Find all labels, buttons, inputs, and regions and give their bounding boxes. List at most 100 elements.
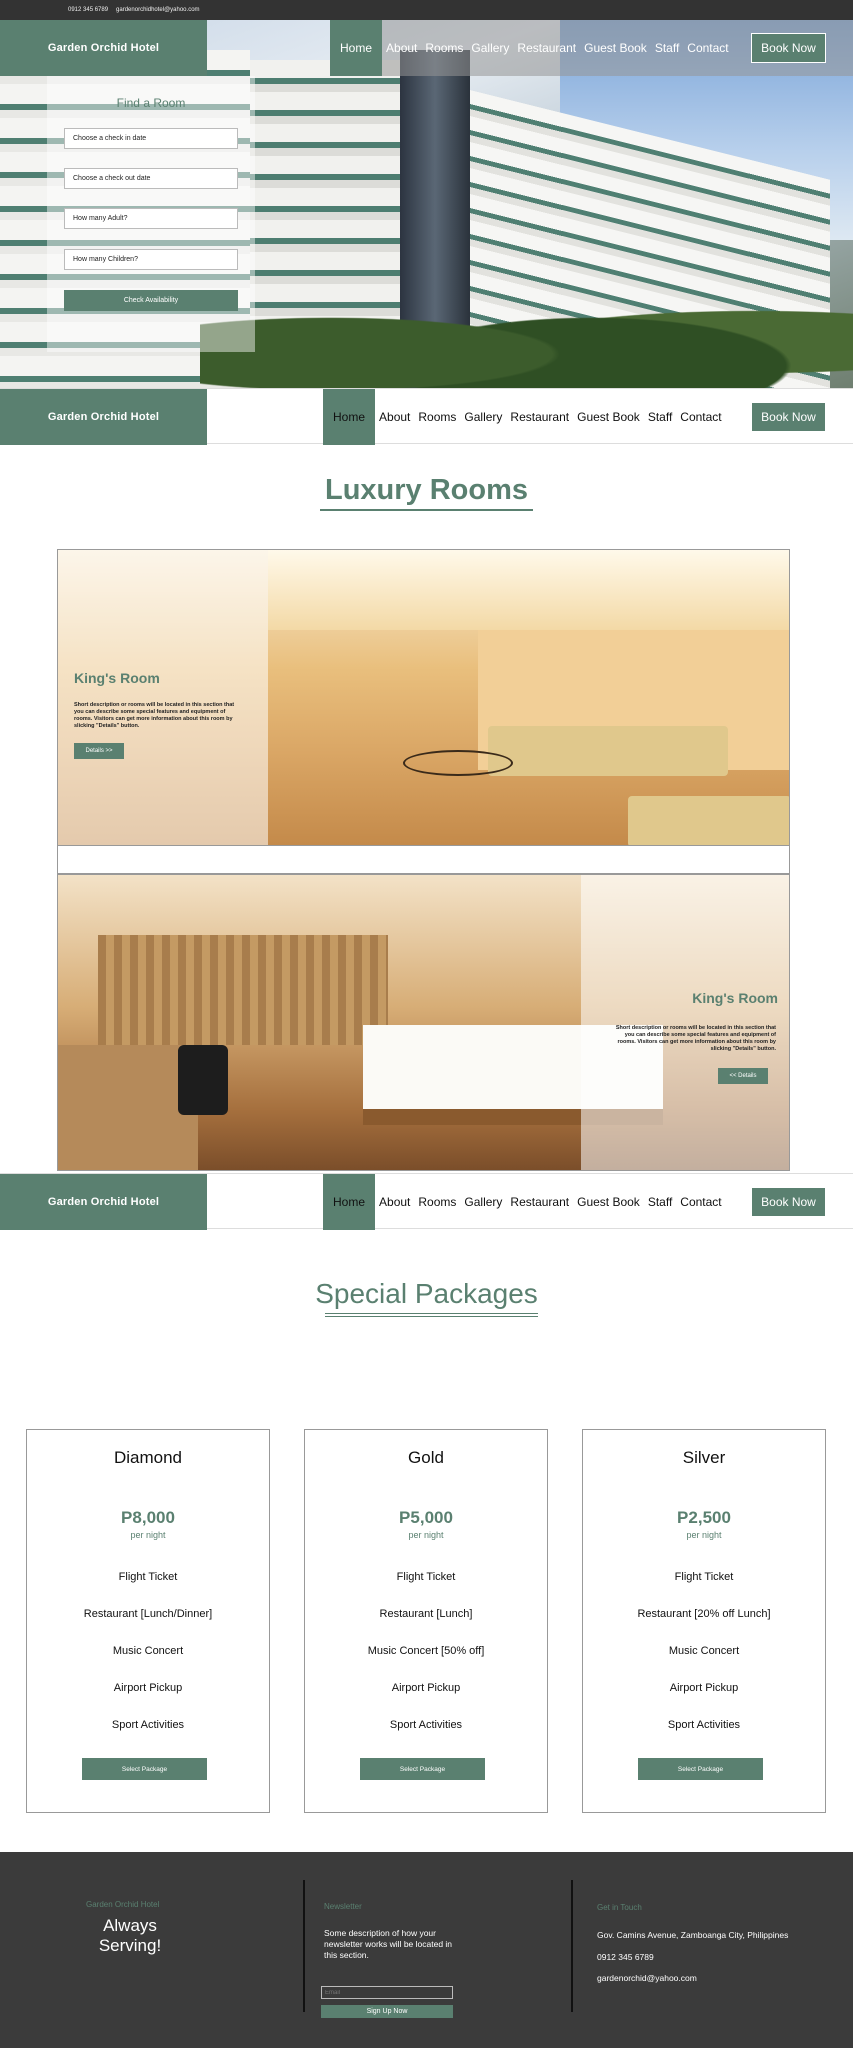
nav-rooms[interactable]: Rooms: [421, 20, 467, 76]
package-card-silver: Silver P2,500 per night Flight Ticket Re…: [582, 1429, 826, 1813]
slogan-line-2: Serving!: [98, 1935, 162, 1955]
package-per: per night: [130, 1530, 166, 1540]
checkout-field[interactable]: Choose a check out date: [64, 168, 238, 189]
package-name: Silver: [682, 1448, 726, 1467]
package-name: Diamond: [113, 1448, 183, 1467]
brand-text: Garden Orchid Hotel: [47, 42, 160, 54]
package-feature: Airport Pickup: [391, 1682, 461, 1694]
package-feature: Sport Activities: [389, 1719, 463, 1731]
package-feature: Restaurant [Lunch/Dinner]: [83, 1608, 213, 1620]
nav-restaurant[interactable]: Restaurant: [506, 389, 573, 445]
room-separator: [57, 846, 790, 874]
nav-staff[interactable]: Staff: [644, 389, 676, 445]
signup-button[interactable]: Sign Up Now: [321, 2005, 453, 2018]
room-title: King's Room: [692, 990, 778, 1006]
nav-about[interactable]: About: [375, 1174, 414, 1230]
package-price: P2,500: [677, 1508, 731, 1527]
hero-navbar: Home About Rooms Gallery Restaurant Gues…: [330, 20, 853, 76]
sofa: [488, 726, 728, 776]
nav-restaurant[interactable]: Restaurant: [506, 1174, 573, 1230]
sticky-navbar: Garden Orchid Hotel Home About Rooms Gal…: [0, 388, 853, 445]
nav-guest-book[interactable]: Guest Book: [573, 389, 644, 445]
adults-field[interactable]: How many Adult?: [64, 208, 238, 229]
nav-contact[interactable]: Contact: [676, 389, 725, 445]
nav-rooms[interactable]: Rooms: [414, 389, 460, 445]
room-card-1[interactable]: King's Room Short description or rooms w…: [57, 549, 790, 846]
room-card-2[interactable]: King's Room Short description or rooms w…: [57, 874, 790, 1171]
check-availability-button[interactable]: Check Availability: [64, 290, 238, 311]
newsletter-email-input[interactable]: [321, 1986, 453, 1999]
footer-divider: [571, 1880, 573, 2012]
nav-gallery[interactable]: Gallery: [460, 1174, 506, 1230]
contact-address: Gov. Camins Avenue, Zamboanga City, Phil…: [597, 1930, 789, 1940]
nav-staff[interactable]: Staff: [644, 1174, 676, 1230]
ottoman: [628, 796, 789, 845]
contact-email[interactable]: gardenorchid@yahoo.com: [597, 1973, 697, 1984]
package-feature: Music Concert [50% off]: [367, 1645, 485, 1657]
package-feature: Music Concert: [112, 1645, 184, 1657]
nav-staff[interactable]: Staff: [651, 20, 683, 76]
office-chair: [178, 1045, 228, 1115]
package-feature: Restaurant [Lunch]: [379, 1608, 473, 1620]
title-underline: [325, 1316, 538, 1317]
select-package-button[interactable]: Select Package: [82, 1758, 207, 1780]
top-bar: 0912 345 6789 gardenorchidhotel@yahoo.co…: [0, 0, 853, 20]
nav-guest-book[interactable]: Guest Book: [580, 20, 651, 76]
topbar-email[interactable]: gardenorchidhotel@yahoo.com: [116, 7, 199, 13]
room-description: Short description or rooms will be locat…: [74, 702, 235, 730]
details-button[interactable]: << Details: [718, 1068, 768, 1084]
sticky-navbar: Garden Orchid Hotel Home About Rooms Gal…: [0, 1173, 853, 1230]
package-feature: Flight Ticket: [396, 1571, 456, 1583]
desk: [58, 1045, 198, 1170]
nav-home[interactable]: Home: [323, 389, 376, 445]
brand-logo[interactable]: Garden Orchid Hotel: [0, 1174, 207, 1230]
select-package-button[interactable]: Select Package: [638, 1758, 763, 1780]
nav-about[interactable]: About: [375, 389, 414, 445]
package-feature: Airport Pickup: [113, 1682, 183, 1694]
find-room-title: Find a Room: [116, 96, 186, 110]
package-feature: Sport Activities: [111, 1719, 185, 1731]
package-per: per night: [408, 1530, 444, 1540]
rooms-section-title: Luxury Rooms: [324, 474, 529, 506]
nav-restaurant[interactable]: Restaurant: [513, 20, 580, 76]
footer-divider: [303, 1880, 305, 2012]
contact-phone: 0912 345 6789: [597, 1952, 654, 1962]
nav-contact[interactable]: Contact: [683, 20, 732, 76]
nav-home[interactable]: Home: [323, 1174, 376, 1230]
palm-trees: [200, 270, 853, 388]
brand-logo[interactable]: Garden Orchid Hotel: [0, 389, 207, 445]
checkin-field[interactable]: Choose a check in date: [64, 128, 238, 149]
brand-logo[interactable]: Garden Orchid Hotel: [0, 20, 207, 76]
nav-contact[interactable]: Contact: [676, 1174, 725, 1230]
nav-home[interactable]: Home: [330, 20, 383, 76]
packages-section-title: Special Packages: [315, 1278, 538, 1309]
package-name: Gold: [408, 1448, 444, 1467]
title-underline: [320, 509, 533, 511]
book-now-button[interactable]: Book Now: [751, 402, 826, 432]
footer-slogan: Always Serving!: [40, 1916, 220, 1955]
newsletter-description: Some description of how your newsletter …: [324, 1928, 453, 1961]
nav-guest-book[interactable]: Guest Book: [573, 1174, 644, 1230]
package-price: P5,000: [399, 1508, 453, 1527]
room-info-overlay: [58, 550, 268, 845]
package-feature: Flight Ticket: [118, 1571, 178, 1583]
room-info-overlay: [581, 875, 789, 1170]
details-button[interactable]: Details >>: [74, 743, 124, 759]
book-now-button[interactable]: Book Now: [751, 33, 826, 63]
newsletter-title: Newsletter: [324, 1902, 362, 1911]
nav-rooms[interactable]: Rooms: [414, 1174, 460, 1230]
nav-gallery[interactable]: Gallery: [467, 20, 513, 76]
package-feature: Airport Pickup: [669, 1682, 739, 1694]
curtains: [98, 935, 388, 1045]
nav-gallery[interactable]: Gallery: [460, 389, 506, 445]
children-field[interactable]: How many Children?: [64, 249, 238, 270]
find-room-panel: Find a Room Choose a check in date Choos…: [47, 76, 255, 352]
room-description: Short description or rooms will be locat…: [615, 1025, 776, 1053]
room-title: King's Room: [74, 670, 160, 686]
package-per: per night: [686, 1530, 722, 1540]
nav-about[interactable]: About: [382, 20, 421, 76]
package-card-gold: Gold P5,000 per night Flight Ticket Rest…: [304, 1429, 548, 1813]
select-package-button[interactable]: Select Package: [360, 1758, 485, 1780]
package-feature: Restaurant [20% off Lunch]: [637, 1608, 771, 1620]
book-now-button[interactable]: Book Now: [751, 1187, 826, 1217]
